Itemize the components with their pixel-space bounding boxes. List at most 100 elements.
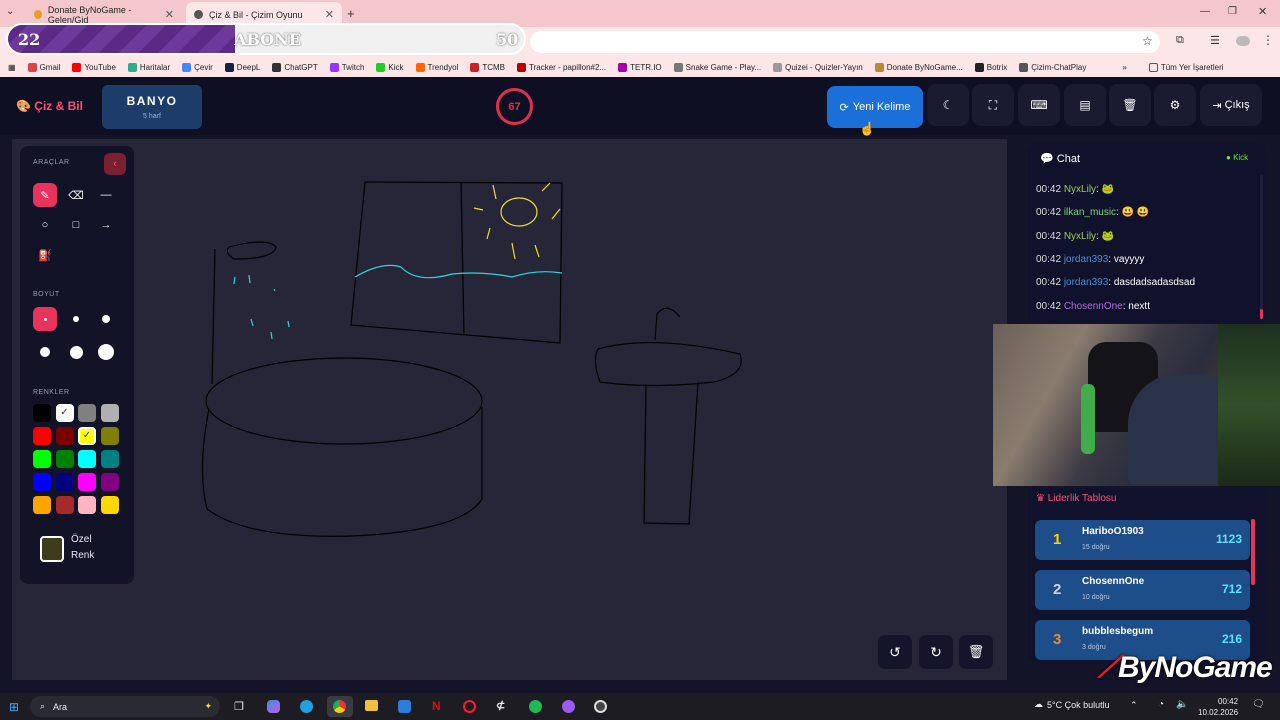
chevron-up-icon[interactable]: ⌃ bbox=[1130, 700, 1138, 711]
bookmark-item[interactable]: Twitch bbox=[324, 62, 371, 72]
size-1[interactable] bbox=[33, 307, 57, 331]
color-swatch[interactable]: ✓ bbox=[78, 427, 96, 445]
weather-widget[interactable]: ☁ 5°C Çok bulutlu bbox=[1034, 699, 1110, 710]
bookmark-item[interactable]: TETR.IO bbox=[612, 62, 668, 72]
color-swatch[interactable] bbox=[100, 450, 119, 468]
rectangle-tool[interactable]: □ bbox=[64, 213, 88, 237]
chat-scrollbar[interactable] bbox=[1260, 175, 1263, 319]
task-view-icon[interactable]: ❐ bbox=[234, 700, 244, 713]
drawing-canvas[interactable]: ↺ ↻ 🗑 bbox=[12, 139, 1007, 680]
netflix-icon[interactable]: N bbox=[432, 699, 441, 713]
taskbar-search[interactable]: ⌕ Ara ✦ bbox=[30, 696, 220, 717]
file-explorer-icon[interactable] bbox=[365, 700, 378, 711]
custom-color-swatch[interactable] bbox=[40, 536, 64, 562]
all-bookmarks-item[interactable]: Tüm Yer İşaretleri bbox=[1143, 62, 1230, 72]
color-swatch[interactable] bbox=[100, 473, 119, 491]
mail-icon[interactable] bbox=[398, 700, 411, 713]
bookmark-item[interactable]: Trendyol bbox=[410, 62, 465, 72]
size-3[interactable] bbox=[94, 307, 118, 331]
color-swatch[interactable] bbox=[33, 427, 51, 445]
menu-list-icon[interactable]: ☰ bbox=[1210, 34, 1220, 47]
exit-button[interactable]: ⇥ Çıkış bbox=[1200, 84, 1262, 126]
redo-button[interactable]: ↻ bbox=[919, 635, 953, 669]
capcut-icon[interactable]: ⊄ bbox=[496, 699, 505, 712]
extensions-icon[interactable]: ⧉ bbox=[1176, 34, 1184, 47]
size-2[interactable] bbox=[64, 307, 88, 331]
bookmark-item[interactable]: Tracker - papillon#2... bbox=[511, 62, 612, 72]
chat-username[interactable]: NyxLily bbox=[1064, 184, 1096, 195]
color-swatch[interactable] bbox=[78, 404, 96, 422]
clock[interactable]: 00:42 10.02.2026 bbox=[1198, 696, 1238, 718]
color-swatch[interactable] bbox=[33, 473, 51, 491]
profile-icon[interactable] bbox=[1236, 36, 1250, 46]
color-swatch[interactable] bbox=[33, 450, 51, 468]
copilot-icon[interactable] bbox=[267, 700, 280, 713]
eraser-tool[interactable]: ⌫ bbox=[64, 183, 88, 207]
pen-tool[interactable]: ✎ bbox=[33, 183, 57, 207]
wifi-icon[interactable]: ◔ bbox=[1158, 699, 1164, 710]
speaker-icon[interactable]: 🔈 bbox=[1176, 699, 1188, 710]
delete-button[interactable]: 🗑 bbox=[1109, 84, 1151, 126]
color-swatch[interactable] bbox=[33, 496, 51, 514]
arrow-tool[interactable]: → bbox=[94, 213, 118, 237]
chevron-right-icon[interactable]: » bbox=[1116, 63, 1132, 72]
circle-tool[interactable]: ○ bbox=[33, 213, 57, 237]
color-swatch[interactable] bbox=[55, 496, 74, 514]
color-swatch[interactable] bbox=[78, 473, 96, 491]
notification-icon[interactable]: 🗨 bbox=[1252, 699, 1265, 710]
dark-mode-button[interactable]: ☾ bbox=[927, 84, 969, 126]
spotify-icon[interactable] bbox=[529, 700, 542, 713]
color-swatch[interactable] bbox=[100, 427, 119, 445]
color-swatch[interactable] bbox=[55, 427, 74, 445]
color-swatch[interactable] bbox=[55, 473, 74, 491]
settings-button[interactable]: ⚙ bbox=[1154, 84, 1196, 126]
start-icon[interactable]: ⊞ bbox=[9, 700, 19, 714]
color-swatch[interactable] bbox=[100, 496, 119, 514]
bookmark-item[interactable]: Çevir bbox=[176, 62, 219, 72]
close-icon[interactable]: ✕ bbox=[165, 8, 174, 21]
leaderboard-scrollbar[interactable] bbox=[1251, 519, 1255, 585]
size-6[interactable] bbox=[94, 340, 118, 364]
bookmark-item[interactable]: Çizim-ChatPlay bbox=[1013, 62, 1092, 72]
opera-icon[interactable] bbox=[463, 700, 476, 713]
apps-icon[interactable]: ▦ bbox=[0, 63, 22, 72]
maximize-icon[interactable]: ❐ bbox=[1228, 6, 1237, 17]
edge-icon[interactable] bbox=[300, 700, 313, 713]
chat-username[interactable]: jordan393 bbox=[1064, 254, 1108, 265]
color-swatch[interactable] bbox=[33, 404, 51, 422]
chrome-taskbar-item[interactable] bbox=[327, 696, 353, 717]
chat-username[interactable]: jordan393 bbox=[1064, 277, 1108, 288]
window-close-icon[interactable]: ✕ bbox=[1258, 5, 1267, 18]
chat-username[interactable]: ChosennOne bbox=[1064, 301, 1123, 312]
bookmark-item[interactable]: YouTube bbox=[66, 62, 121, 72]
color-swatch[interactable]: ✓ bbox=[55, 404, 74, 422]
bookmark-item[interactable]: Snake Game - Play... bbox=[668, 62, 767, 72]
fullscreen-button[interactable]: ⛶ bbox=[972, 84, 1014, 126]
bookmark-item[interactable]: Kick bbox=[370, 62, 409, 72]
bookmark-item[interactable]: ChatGPT bbox=[266, 62, 323, 72]
size-4[interactable] bbox=[33, 340, 57, 364]
omnibox[interactable] bbox=[530, 31, 1160, 53]
fill-tool[interactable]: ⛽ bbox=[33, 243, 57, 267]
bookmark-item[interactable]: Donate ByNoGame... bbox=[869, 62, 969, 72]
bookmark-item[interactable]: Haritalar bbox=[122, 62, 176, 72]
tab-list-icon[interactable]: ⌄ bbox=[6, 6, 14, 17]
chat-username[interactable]: ilkan_music bbox=[1064, 207, 1116, 218]
color-swatch[interactable] bbox=[78, 496, 96, 514]
bookmark-item[interactable]: Gmail bbox=[22, 62, 67, 72]
keyboard-button[interactable]: ⌨ bbox=[1018, 84, 1060, 126]
bookmark-item[interactable]: Quizei - Quizler-Yayın bbox=[767, 62, 869, 72]
close-icon[interactable]: ✕ bbox=[325, 8, 334, 21]
collapse-panel-button[interactable]: ‹ bbox=[104, 153, 126, 175]
color-swatch[interactable] bbox=[100, 404, 119, 422]
bookmark-item[interactable]: DeepL bbox=[219, 62, 267, 72]
kebab-menu-icon[interactable]: ⋮ bbox=[1262, 33, 1274, 47]
obs-icon[interactable] bbox=[594, 700, 607, 713]
color-swatch[interactable] bbox=[55, 450, 74, 468]
star-icon[interactable]: ☆ bbox=[1142, 34, 1153, 48]
chat-username[interactable]: NyxLily bbox=[1064, 231, 1096, 242]
bookmark-item[interactable]: Botrix bbox=[969, 62, 1013, 72]
clear-canvas-button[interactable]: 🗑 bbox=[959, 635, 993, 669]
app-icon[interactable] bbox=[562, 700, 575, 713]
archive-button[interactable]: ▤ bbox=[1064, 84, 1106, 126]
